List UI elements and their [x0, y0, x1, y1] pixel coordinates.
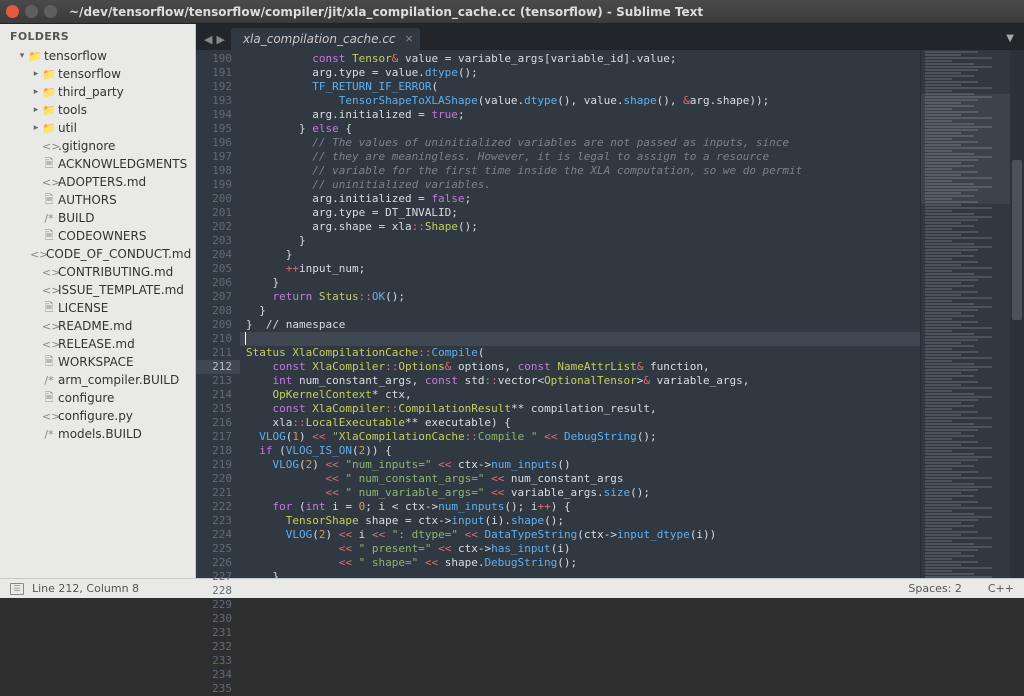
- file-BUILD[interactable]: /*BUILD: [0, 209, 195, 227]
- file-RELEASE-md[interactable]: <>RELEASE.md: [0, 335, 195, 353]
- file-icon: <>: [42, 410, 56, 423]
- file-ACKNOWLEDGMENTS[interactable]: 🗎ACKNOWLEDGMENTS: [0, 155, 195, 173]
- file-icon: <>: [42, 140, 56, 153]
- file-icon: 🗎: [42, 191, 56, 210]
- file-WORKSPACE[interactable]: 🗎WORKSPACE: [0, 353, 195, 371]
- tree-item-label: third_party: [58, 85, 124, 99]
- editor: ◀ ▶ xla_compilation_cache.cc × ▼ 1901911…: [196, 24, 1024, 578]
- file-CODEOWNERS[interactable]: 🗎CODEOWNERS: [0, 227, 195, 245]
- code-area[interactable]: const Tensor& value = variable_args[vari…: [240, 50, 920, 578]
- disclosure-icon: ▸: [30, 87, 42, 97]
- tree-item-label: LICENSE: [58, 301, 108, 315]
- file-CONTRIBUTING-md[interactable]: <>CONTRIBUTING.md: [0, 263, 195, 281]
- status-cursor-position[interactable]: Line 212, Column 8: [32, 582, 139, 595]
- tab-bar: ◀ ▶ xla_compilation_cache.cc × ▼: [196, 24, 1024, 50]
- tree-item-label: CONTRIBUTING.md: [58, 265, 173, 279]
- file-arm-compiler-BUILD[interactable]: /*arm_compiler.BUILD: [0, 371, 195, 389]
- tree-item-label: AUTHORS: [58, 193, 117, 207]
- tab-active[interactable]: xla_compilation_cache.cc ×: [231, 28, 420, 50]
- tree-item-label: RELEASE.md: [58, 337, 135, 351]
- tree-item-label: WORKSPACE: [58, 355, 134, 369]
- sidebar: FOLDERS ▾📁tensorflow▸📁tensorflow▸📁third_…: [0, 24, 196, 578]
- folder-third_party[interactable]: ▸📁third_party: [0, 83, 195, 101]
- folder-tools[interactable]: ▸📁tools: [0, 101, 195, 119]
- file-CODE-OF-CONDUCT-md[interactable]: <>CODE_OF_CONDUCT.md: [0, 245, 195, 263]
- file-icon: /*: [42, 212, 56, 225]
- file-icon: 🗎: [42, 389, 56, 408]
- file-ISSUE-TEMPLATE-md[interactable]: <>ISSUE_TEMPLATE.md: [0, 281, 195, 299]
- minimize-icon[interactable]: [25, 5, 38, 18]
- tree-item-label: .gitignore: [58, 139, 115, 153]
- file-icon: 📁: [42, 122, 56, 135]
- file-models-BUILD[interactable]: /*models.BUILD: [0, 425, 195, 443]
- line-number-gutter[interactable]: 1901911921931941951961971981992002012022…: [196, 50, 240, 578]
- file-ADOPTERS-md[interactable]: <>ADOPTERS.md: [0, 173, 195, 191]
- file-AUTHORS[interactable]: 🗎AUTHORS: [0, 191, 195, 209]
- folder-util[interactable]: ▸📁util: [0, 119, 195, 137]
- tab-history-back-icon[interactable]: ◀: [204, 33, 212, 46]
- tab-overflow-icon[interactable]: ▼: [996, 33, 1024, 50]
- file-icon: 📁: [42, 104, 56, 117]
- disclosure-icon: ▾: [16, 51, 28, 61]
- tree-item-label: util: [58, 121, 77, 135]
- file-icon: <>: [42, 266, 56, 279]
- disclosure-icon: ▸: [30, 105, 42, 115]
- tab-close-icon[interactable]: ×: [404, 32, 413, 45]
- file-README-md[interactable]: <>README.md: [0, 317, 195, 335]
- tree-item-label: CODE_OF_CONDUCT.md: [46, 247, 191, 261]
- tree-item-label: BUILD: [58, 211, 94, 225]
- file-icon: 🗎: [42, 299, 56, 318]
- tree-item-label: configure.py: [58, 409, 133, 423]
- titlebar: ~/dev/tensorflow/tensorflow/compiler/jit…: [0, 0, 1024, 24]
- file-icon: 🗎: [42, 155, 56, 174]
- file-configure-py[interactable]: <>configure.py: [0, 407, 195, 425]
- disclosure-icon: ▸: [30, 69, 42, 79]
- file-icon: 📁: [42, 86, 56, 99]
- tree-item-label: ACKNOWLEDGMENTS: [58, 157, 187, 171]
- file-icon: /*: [42, 428, 56, 441]
- minimap-viewport[interactable]: [921, 94, 1010, 204]
- tree-item-label: CODEOWNERS: [58, 229, 146, 243]
- file-icon: 🗎: [42, 227, 56, 246]
- file-icon: 🗎: [42, 353, 56, 372]
- file-icon: <>: [42, 338, 56, 351]
- file--gitignore[interactable]: <>.gitignore: [0, 137, 195, 155]
- file-LICENSE[interactable]: 🗎LICENSE: [0, 299, 195, 317]
- tab-history-forward-icon[interactable]: ▶: [216, 33, 224, 46]
- tree-item-label: tools: [58, 103, 87, 117]
- tree-item-label: README.md: [58, 319, 132, 333]
- tree-item-label: tensorflow: [44, 49, 107, 63]
- tree-item-label: ADOPTERS.md: [58, 175, 146, 189]
- minimap[interactable]: [920, 50, 1010, 578]
- status-bar: ☰ Line 212, Column 8 Spaces: 2 C++: [0, 578, 1024, 598]
- file-icon: <>: [42, 176, 56, 189]
- scrollbar-thumb[interactable]: [1012, 160, 1022, 320]
- file-icon: /*: [42, 374, 56, 387]
- file-icon: <>: [42, 320, 56, 333]
- folder-tensorflow[interactable]: ▸📁tensorflow: [0, 65, 195, 83]
- maximize-icon[interactable]: [44, 5, 57, 18]
- file-icon: 📁: [42, 68, 56, 81]
- file-icon: <>: [42, 284, 56, 297]
- file-icon: <>: [30, 248, 44, 261]
- tree-item-label: arm_compiler.BUILD: [58, 373, 179, 387]
- file-configure[interactable]: 🗎configure: [0, 389, 195, 407]
- panel-switch-icon[interactable]: ☰: [10, 583, 24, 595]
- vertical-scrollbar[interactable]: [1010, 50, 1024, 578]
- tree-item-label: ISSUE_TEMPLATE.md: [58, 283, 184, 297]
- tree-item-label: models.BUILD: [58, 427, 142, 441]
- tree-item-label: configure: [58, 391, 114, 405]
- folder-root[interactable]: ▾📁tensorflow: [0, 47, 195, 65]
- tree-item-label: tensorflow: [58, 67, 121, 81]
- status-syntax[interactable]: C++: [988, 582, 1014, 595]
- status-indentation[interactable]: Spaces: 2: [908, 582, 961, 595]
- sidebar-heading: FOLDERS: [0, 24, 195, 47]
- tab-label: xla_compilation_cache.cc: [243, 32, 396, 46]
- window-title: ~/dev/tensorflow/tensorflow/compiler/jit…: [69, 5, 703, 19]
- file-icon: 📁: [28, 50, 42, 63]
- close-icon[interactable]: [6, 5, 19, 18]
- disclosure-icon: ▸: [30, 123, 42, 133]
